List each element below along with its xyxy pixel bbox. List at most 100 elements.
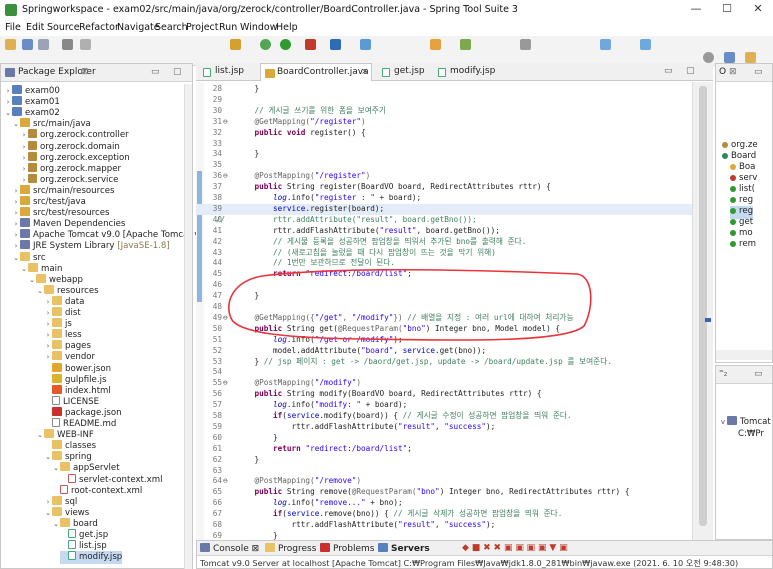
tree-scrollbar[interactable]: [184, 84, 192, 569]
code-line[interactable]: 60 }: [196, 433, 692, 444]
menu-refactor[interactable]: Refactor: [79, 22, 119, 33]
search-icon[interactable]: [703, 52, 714, 63]
code-line[interactable]: 39 service.register(board);: [196, 203, 692, 215]
tab-list-jsp[interactable]: list.jsp: [199, 63, 259, 81]
chevron-down-icon[interactable]: ⌄: [52, 464, 60, 472]
code-line[interactable]: 37 public String register(BoardVO board,…: [196, 182, 692, 193]
menu-window[interactable]: Window: [240, 22, 277, 33]
chevron-down-icon[interactable]: ⌄: [28, 276, 36, 284]
menu-navigate[interactable]: Navigate: [117, 22, 160, 33]
editor-scrollbar[interactable]: [692, 82, 713, 540]
code-line[interactable]: 57 log.info("modify: " + board);: [196, 400, 692, 411]
chevron-right-icon[interactable]: ›: [4, 87, 12, 95]
close-tab-icon[interactable]: ×: [361, 67, 369, 77]
toggle-icon[interactable]: [80, 39, 91, 50]
menu-file[interactable]: File: [5, 22, 21, 33]
maximize-editor-icon[interactable]: ▢: [686, 66, 695, 76]
fold-icon[interactable]: ⊖: [223, 171, 228, 182]
minimize-button[interactable]: —: [681, 2, 711, 15]
code-line[interactable]: 63: [196, 466, 692, 477]
code-line[interactable]: 65 public String remove(@RequestParam("b…: [196, 487, 692, 498]
outline-item[interactable]: rem: [730, 239, 756, 252]
code-line[interactable]: 55 ⊖ @PostMapping("/modify"): [196, 378, 692, 389]
code-line[interactable]: 35: [196, 160, 692, 171]
menu-source[interactable]: Source: [47, 22, 80, 33]
code-line[interactable]: 62 }: [196, 455, 692, 466]
close-button[interactable]: ✕: [743, 2, 773, 15]
comment-marker[interactable]: //: [216, 215, 225, 226]
maximize-button[interactable]: ☐: [712, 2, 742, 15]
chevron-right-icon[interactable]: ›: [12, 198, 20, 206]
tab-get-jsp[interactable]: get.jsp: [378, 63, 428, 81]
menu-search[interactable]: Search: [155, 22, 188, 33]
search-tool-icon[interactable]: [430, 39, 441, 50]
editor-scroll-thumb[interactable]: [699, 86, 707, 526]
code-line[interactable]: 68 rttr.addFlashAttribute("result", "suc…: [196, 520, 692, 531]
nav-forward-icon[interactable]: [640, 39, 651, 50]
code-line[interactable]: 59 rttr.addFlashAttribute("result", "suc…: [196, 422, 692, 433]
chevron-right-icon[interactable]: ›: [12, 187, 20, 195]
fold-icon[interactable]: ⊖: [223, 476, 228, 487]
code-line[interactable]: 28 }: [196, 84, 692, 95]
chevron-right-icon[interactable]: ›: [12, 242, 20, 250]
outline-hscroll[interactable]: [716, 350, 772, 360]
chevron-down-icon[interactable]: ⌄: [12, 120, 20, 128]
chevron-down-icon[interactable]: ⌄: [36, 287, 44, 295]
code-line[interactable]: 33: [196, 139, 692, 150]
chevron-right-icon[interactable]: ›: [4, 98, 12, 106]
code-line[interactable]: 43 // (새로고침을 눌렀을 때 다시 팝업창이 뜨는 것을 막기 위해): [196, 248, 692, 259]
chevron-right-icon[interactable]: ›: [44, 320, 52, 328]
code-line[interactable]: 36 ⊖ @PostMapping("/register"): [196, 171, 692, 182]
code-line[interactable]: 42 // 게시물 등록을 성공하면 팝업창을 띄워서 추가된 bno를 출력해…: [196, 237, 692, 248]
save-all-icon[interactable]: [38, 39, 49, 50]
maximize-view-icon[interactable]: ▢: [173, 67, 182, 77]
chevron-right-icon[interactable]: ›: [20, 165, 28, 173]
tab-console[interactable]: Console ⊠: [200, 543, 259, 554]
chevron-right-icon[interactable]: ›: [44, 342, 52, 350]
code-line[interactable]: 66 log.info("remove..." + bno);: [196, 498, 692, 509]
server-row[interactable]: vTomcat v: [719, 416, 773, 429]
chevron-right-icon[interactable]: ›: [44, 331, 52, 339]
java-perspective-icon[interactable]: [745, 52, 756, 63]
code-line[interactable]: 30 // 게시글 쓰기를 위한 폼을 보여주기: [196, 106, 692, 117]
chevron-right-icon[interactable]: ›: [12, 209, 20, 217]
code-line[interactable]: 61 return "redirect:/board/list";: [196, 444, 692, 455]
tab-outline[interactable]: O: [719, 67, 726, 77]
debug-icon[interactable]: [260, 39, 271, 50]
code-line[interactable]: 69 }: [196, 531, 692, 540]
chevron-down-icon[interactable]: ⌄: [44, 453, 52, 461]
chevron-right-icon[interactable]: ›: [20, 143, 28, 151]
code-line[interactable]: 67 if(service.remove(bno)) { // 게시글 삭제가 …: [196, 509, 692, 520]
tab-servers[interactable]: Servers: [378, 543, 430, 554]
fold-icon[interactable]: ⊖: [223, 378, 228, 389]
annotation-icon[interactable]: [460, 39, 471, 50]
open-type-icon[interactable]: [360, 39, 371, 50]
menu-run[interactable]: Run: [219, 22, 237, 33]
code-line[interactable]: 64 ⊖ @PostMapping("/remove"): [196, 476, 692, 487]
minimize-view-icon[interactable]: ▭: [754, 369, 763, 379]
chevron-down-icon[interactable]: ⌄: [52, 520, 60, 528]
chevron-right-icon[interactable]: ›: [20, 154, 28, 162]
chevron-right-icon[interactable]: ›: [12, 220, 20, 228]
new-icon[interactable]: [5, 39, 16, 50]
code-line[interactable]: 52 model.addAttribute("board", service.g…: [196, 346, 692, 357]
paragraph-icon[interactable]: [520, 39, 531, 50]
nav-back-icon[interactable]: [600, 39, 611, 50]
stop-icon[interactable]: [305, 39, 316, 50]
boot-dashboard-icon[interactable]: [230, 39, 241, 50]
code-line[interactable]: 29: [196, 95, 692, 106]
chevron-right-icon[interactable]: ›: [20, 131, 28, 139]
menu-help[interactable]: Help: [276, 22, 298, 33]
tab-progress[interactable]: Progress: [265, 543, 316, 554]
chevron-right-icon[interactable]: ›: [44, 309, 52, 317]
run-icon[interactable]: [280, 39, 291, 50]
chevron-right-icon[interactable]: ›: [44, 298, 52, 306]
code-line[interactable]: 53 } // jsp 페이지 : get -> /baord/get.jsp,…: [196, 357, 692, 368]
code-line[interactable]: 38 log.info("register : " + board);: [196, 193, 692, 204]
menu-project[interactable]: Project: [186, 22, 219, 33]
chevron-right-icon[interactable]: ›: [12, 231, 20, 239]
save-icon[interactable]: [22, 39, 33, 50]
tab-modify-jsp[interactable]: modify.jsp: [434, 63, 499, 81]
chevron-right-icon[interactable]: ›: [20, 176, 28, 184]
code-line[interactable]: 40// rttr.addAttribute("result", board.g…: [196, 215, 692, 226]
